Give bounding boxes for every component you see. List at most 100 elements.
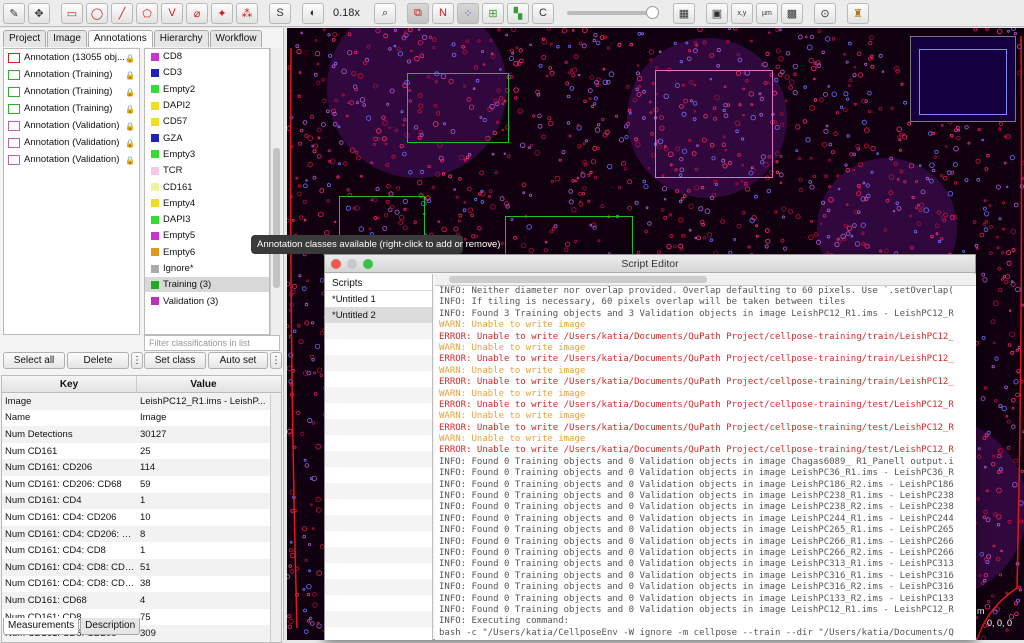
validation-annotation-rect[interactable] [655,70,773,178]
rectangle-tool-icon[interactable]: ▭ [61,2,83,24]
table-row[interactable]: Num CD161: CD206: CD68 59 [2,476,281,493]
annotation-list-item[interactable]: Annotation (13055 obj... 🔒 [4,49,139,66]
class-list-item[interactable]: Training (3) [145,277,269,294]
console-output[interactable]: INFO: Neither diameter nor overlap provi… [435,274,976,640]
brightness-contrast-icon[interactable]: ◐ [302,2,324,24]
class-more-button[interactable]: ⋮ [270,352,282,369]
delete-button[interactable]: Delete [67,352,129,369]
annotation-list-item[interactable]: Annotation (Training) 🔒 [4,83,139,100]
polyline-tool-icon[interactable]: V [161,2,183,24]
selection-mode-button[interactable]: S [269,2,291,24]
show-connections-icon[interactable]: ▚ [506,2,529,24]
class-list-item[interactable]: CD3 [145,65,269,82]
show-cursor-location-button[interactable]: x,y [730,2,753,24]
show-annotations-icon[interactable]: ⧉ [406,2,429,24]
lock-icon[interactable]: 🔒 [125,105,135,114]
table-row[interactable]: Num Detections 30127 [2,426,281,443]
overview-thumbnail[interactable] [910,36,1016,122]
table-row[interactable]: Num CD161: CD68 4 [2,592,281,609]
class-list-item[interactable]: CD161 [145,179,269,196]
table-row[interactable]: Num CD161: CD4 1 [2,492,281,510]
wand-tool-icon[interactable]: ✦ [211,2,233,24]
class-list-item[interactable]: CD57 [145,114,269,131]
script-list-item[interactable]: *Untitled 1 [325,291,432,307]
class-list-item[interactable]: GZA [145,130,269,147]
table-row[interactable]: Image LeishPC12_R1.ims - LeishP... [2,393,281,410]
brush-annotation-icon[interactable]: ⌀ [186,2,208,24]
slider-thumb[interactable] [645,6,659,19]
tab-hierarchy[interactable]: Hierarchy [153,30,209,47]
annotation-list[interactable]: Annotation (13055 obj... 🔒 Annotation (Tra… [3,48,140,335]
tab-annotations[interactable]: Annotations [87,30,153,47]
class-list-item[interactable]: Validation (3) [145,293,269,310]
class-list-item[interactable]: Empty4 [145,196,269,212]
polygon-tool-icon[interactable]: ⬠ [136,2,158,24]
table-row[interactable]: Num CD161: CD4: CD8: CD2... 51 [2,558,281,576]
annotation-list-item[interactable]: Annotation (Validation) 🔒 [4,134,139,151]
tab-description[interactable]: Description [80,618,141,635]
annotation-list-item[interactable]: Annotation (Validation) 🔒 [4,117,139,134]
lock-icon[interactable]: 🔒 [125,139,135,148]
settings-icon[interactable]: ⊙ [813,2,836,24]
table-row[interactable]: Num CD161: CD4: CD206 10 [2,509,281,526]
class-list-scrollbar[interactable] [270,48,282,335]
measurement-table-icon[interactable]: ▦ [672,2,695,24]
filter-classifications-input[interactable]: Filter classifications in list [144,335,280,351]
annotation-list-item[interactable]: Annotation (Validation) 🔒 [4,151,139,168]
auto-set-button[interactable]: Auto set [208,352,268,369]
console-line: INFO: Found 0 Training objects and 0 Val… [439,536,954,547]
table-row[interactable]: Name Image [2,410,281,427]
tab-workflow[interactable]: Workflow [209,30,263,47]
select-all-button[interactable]: Select all [3,352,65,369]
table-row[interactable]: Num CD161: CD206 114 [2,459,281,476]
show-pixel-classification-button[interactable]: C [531,2,554,24]
table-row[interactable]: Num CD161: CD4: CD8: CD2... 38 [2,576,281,593]
console-horizontal-scrollbar[interactable] [435,274,976,286]
log-icon[interactable]: ♜ [846,2,869,24]
overlay-opacity-slider[interactable] [566,6,659,19]
brush-tool-icon[interactable]: ✎ [3,2,25,24]
tab-project[interactable]: Project [3,30,47,47]
console-line: INFO: Found 0 Training objects and 0 Val… [439,525,954,536]
show-annotation-names-button[interactable]: N [431,2,454,24]
script-list-item[interactable]: *Untitled 2 [325,307,432,323]
line-tool-icon[interactable]: ╱ [111,2,133,24]
class-list-item[interactable]: DAPI2 [145,98,269,115]
annotation-label: Annotation (Validation) [24,137,120,148]
table-scrollbar[interactable] [270,394,281,642]
class-list-item[interactable]: Empty2 [145,82,269,98]
fill-detections-icon[interactable]: ⊞ [481,2,504,24]
table-row[interactable]: Num CD161: CD4: CD8 1 [2,542,281,559]
show-overview-icon[interactable]: ▣ [705,2,728,24]
zoom-to-fit-icon[interactable]: ⌕ [373,2,396,24]
show-grid-icon[interactable]: ▩ [780,2,803,24]
set-class-button[interactable]: Set class [144,352,206,369]
table-row[interactable]: Num CD161 25 [2,443,281,460]
points-tool-icon[interactable]: ⁂ [236,2,258,24]
annotation-more-button[interactable]: ⋮ [131,352,143,369]
tab-measurements[interactable]: Measurements [3,618,80,635]
class-list-item[interactable]: Empty3 [145,147,269,164]
training-annotation-rect[interactable] [407,73,509,143]
key-column-header[interactable]: Key [2,376,136,392]
lock-icon[interactable]: 🔒 [125,156,135,165]
class-list-item[interactable]: CD8 [145,49,269,66]
annotation-list-item[interactable]: Annotation (Training) 🔒 [4,100,139,117]
value-column-header[interactable]: Value [136,376,270,392]
class-list-item[interactable]: DAPI3 [145,212,269,229]
lock-icon[interactable]: 🔒 [125,122,135,131]
class-list-item[interactable]: Ignore* [145,261,269,278]
annotation-list-item[interactable]: Annotation (Training) 🔒 [4,66,139,83]
table-row[interactable]: Num CD161: CD4: CD206: C... 8 [2,525,281,543]
show-scalebar-button[interactable]: µm [755,2,778,24]
move-tool-icon[interactable]: ✥ [28,2,50,24]
lock-icon[interactable]: 🔒 [125,88,135,97]
lock-icon[interactable]: 🔒 [125,71,135,80]
lock-icon[interactable]: 🔒 [125,54,135,63]
show-detections-icon[interactable]: ⁘ [456,2,479,24]
annotation-shape-icon [8,69,20,80]
class-list-item[interactable]: TCR [145,163,269,180]
class-list[interactable]: CD8 CD3 Empty2 DAPI2 CD57 GZA Empty3 TCR CD161 Em… [144,48,270,335]
tab-image[interactable]: Image [47,30,87,47]
ellipse-tool-icon[interactable]: ◯ [86,2,108,24]
